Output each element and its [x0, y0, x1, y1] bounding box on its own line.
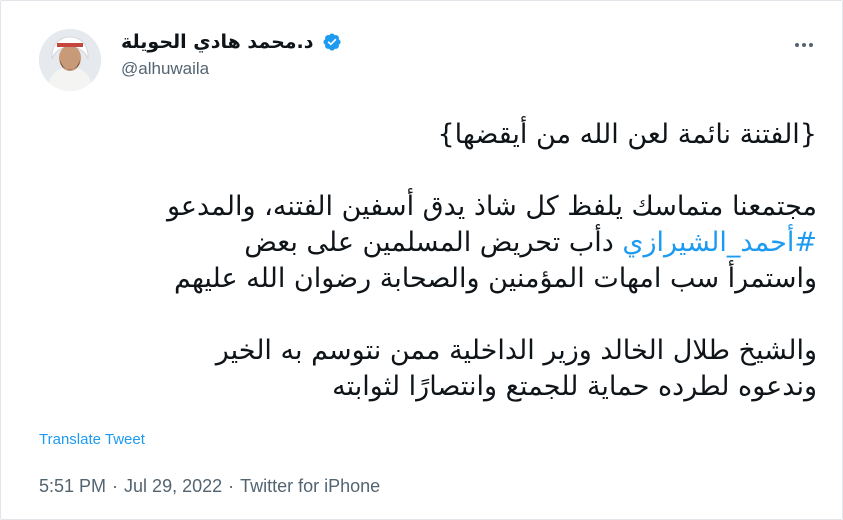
avatar-image [39, 29, 101, 91]
more-options-icon[interactable] [791, 37, 817, 53]
tweet-line: واستمرأ سب امهات المؤمنين والصحابة رضوان… [173, 263, 817, 294]
avatar[interactable] [39, 29, 101, 91]
tweet-author: د.محمد هادي الحويلة @alhuwaila [121, 31, 342, 79]
tweet-line-break [35, 297, 817, 333]
tweet-line: والشيخ طلال الخالد وزير الداخلية ممن نتو… [215, 335, 817, 366]
hashtag-link[interactable]: #أحمد_الشيرازي [622, 227, 817, 258]
verified-badge-icon [322, 32, 342, 52]
tweet-date[interactable]: Jul 29, 2022 [124, 476, 222, 497]
author-handle[interactable]: @alhuwaila [121, 59, 342, 79]
tweet-text: {الفتنة نائمة لعن الله من أيقضها} مجتمعن… [35, 117, 817, 405]
tweet-source[interactable]: Twitter for iPhone [240, 476, 380, 497]
author-display-name[interactable]: د.محمد هادي الحويلة [121, 31, 314, 53]
meta-separator: · [112, 476, 119, 496]
tweet-line: #أحمد_الشيرازي دأب تحريض المسلمين على بع… [35, 225, 817, 261]
tweet-line-text: دأب تحريض المسلمين على بعض [244, 227, 623, 258]
tweet-line: {الفتنة نائمة لعن الله من أيقضها} [437, 119, 818, 150]
tweet-time[interactable]: 5:51 PM [39, 476, 106, 497]
translate-tweet-link[interactable]: Translate Tweet [39, 431, 145, 448]
tweet-line: وندعوه لطرده حماية للجمتع وانتصارًا لثوا… [332, 371, 817, 402]
tweet-line: مجتمعنا متماسك يلفظ كل شاذ يدق أسفين الف… [166, 191, 817, 222]
tweet-card: د.محمد هادي الحويلة @alhuwaila {الفتنة ن… [0, 0, 843, 520]
tweet-line-break [35, 153, 817, 189]
meta-separator: · [228, 476, 235, 496]
tweet-metadata: 5:51 PM · Jul 29, 2022 · Twitter for iPh… [39, 476, 380, 497]
